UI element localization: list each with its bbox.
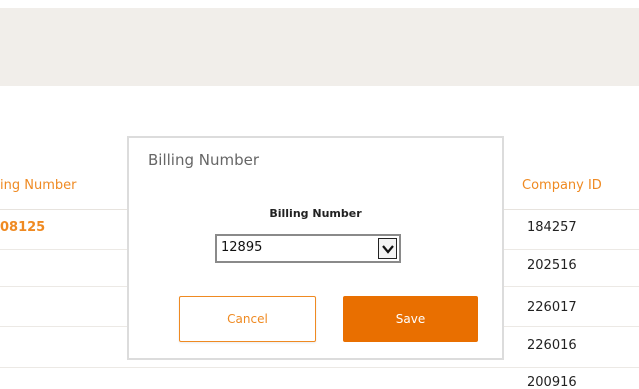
billing-number-value: 12895 (221, 240, 263, 255)
row-1-company-id: 184257 (527, 220, 577, 235)
chevron-down-icon[interactable] (378, 238, 397, 259)
dialog-title: Billing Number (148, 151, 260, 169)
row-3-company-id: 226017 (527, 300, 577, 315)
billing-number-select[interactable]: 12895 (215, 234, 401, 263)
row-1-billing-number[interactable]: 08125 (0, 220, 45, 235)
row-4-company-id: 226016 (527, 338, 577, 353)
column-header-billing-number[interactable]: ing Number (0, 178, 76, 193)
billing-number-dialog: Billing Number Billing Number 12895 Canc… (127, 136, 504, 360)
save-button[interactable]: Save (343, 296, 478, 342)
top-band (0, 8, 639, 86)
billing-number-label: Billing Number (269, 207, 362, 220)
column-header-company-id[interactable]: Company ID (522, 178, 602, 193)
row-5-company-id: 200916 (527, 375, 577, 389)
row-2-company-id: 202516 (527, 258, 577, 273)
cancel-button[interactable]: Cancel (179, 296, 316, 342)
row-divider (0, 367, 639, 368)
